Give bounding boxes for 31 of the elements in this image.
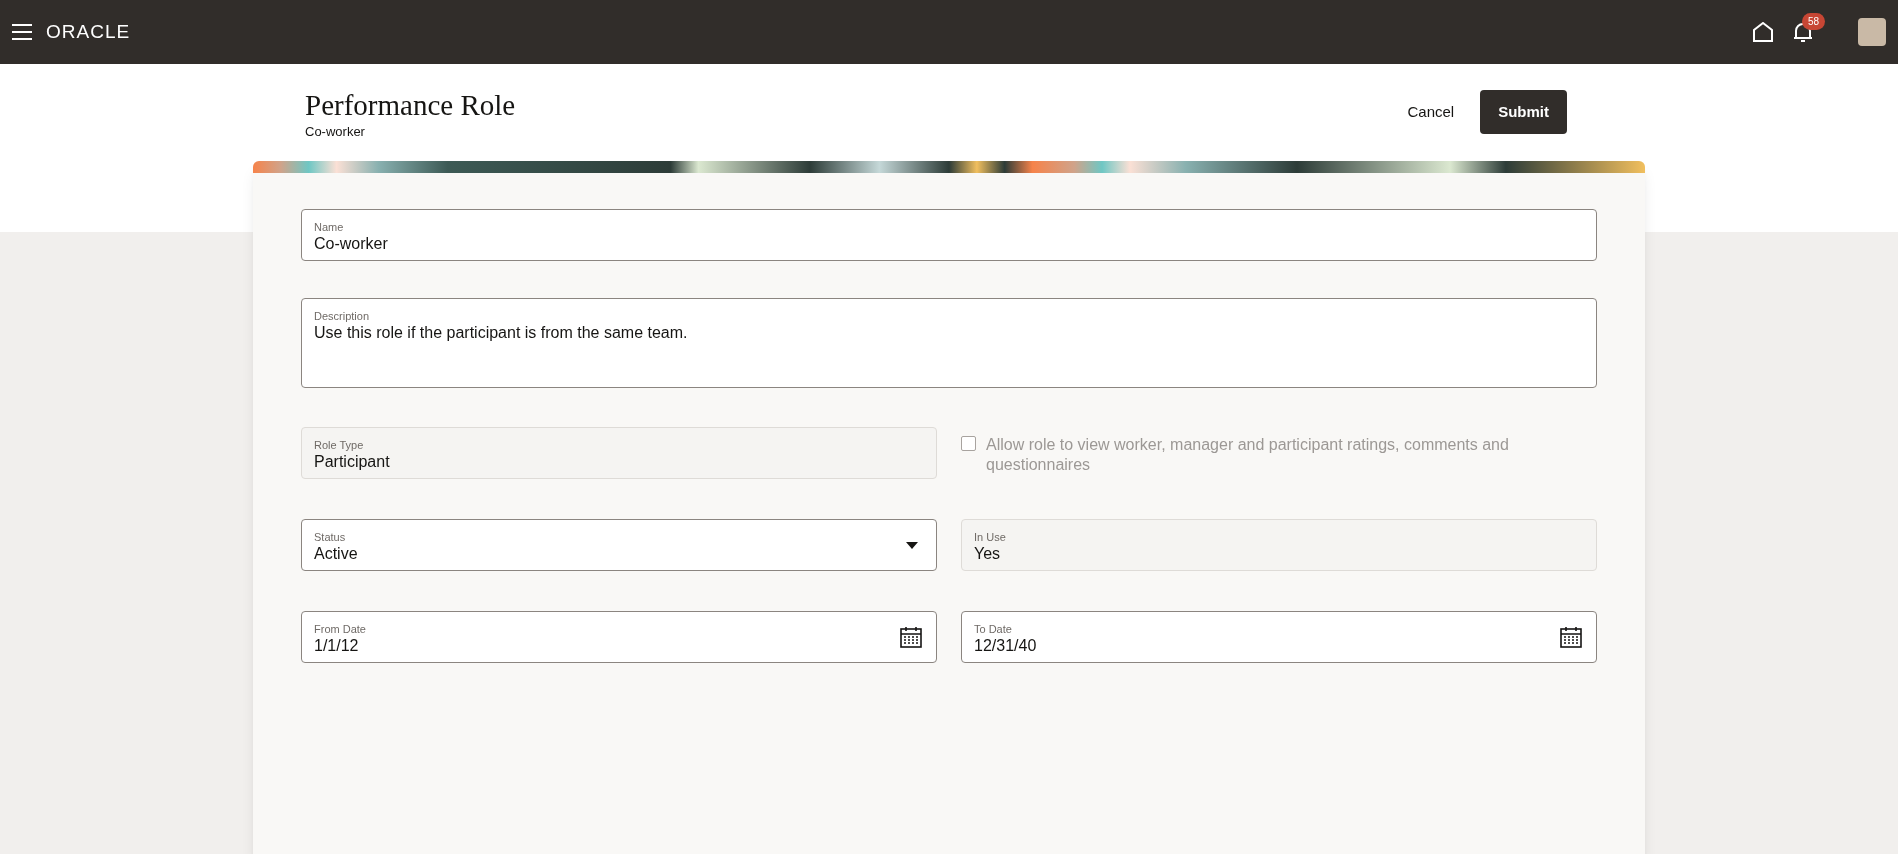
field-label: Role Type [314,438,365,452]
page-subtitle: Co-worker [305,123,366,141]
calendar-icon[interactable] [900,626,922,648]
field-value: Use this role if the participant is from the same team. [314,323,689,343]
date-field[interactable]: From Date 1/1/12 [301,611,937,663]
date-field[interactable]: To Date 12/31/40 [961,611,1597,663]
field-value: Co-worker [314,234,389,254]
input-field[interactable]: Name Co-worker [301,209,1597,261]
submit-button[interactable]: Submit [1480,90,1567,134]
home-icon[interactable] [1752,22,1774,42]
status-dropdown[interactable]: Status Active [301,519,937,571]
permission-checkbox: Allow role to view worker, manager and participant ratings, comments and questionnaires [961,427,1597,479]
cancel-button[interactable]: Cancel [1393,90,1469,134]
field-value: Active [314,544,359,564]
field-label: In Use [974,530,1007,544]
field-label: To Date [974,622,1013,636]
page-title: Performance Role [305,88,516,122]
field-value: 1/1/12 [314,636,360,656]
notification-badge: 58 [1802,13,1826,30]
field-label: Name [314,220,345,234]
menu-icon[interactable] [12,24,32,40]
field-value: Participant [314,452,391,472]
logo[interactable]: ORACLE [46,17,131,47]
field-label: From Date [314,622,367,636]
dropdown-arrow-icon [906,541,918,549]
calendar-icon[interactable] [1560,626,1582,648]
description-field[interactable]: Description Use this role if the participant is from the same team. [301,298,1597,388]
field-value: 12/31/40 [974,636,1038,656]
field-value: Yes [974,544,1002,564]
field-label: Status [314,530,347,544]
field-label: Description [314,309,371,323]
